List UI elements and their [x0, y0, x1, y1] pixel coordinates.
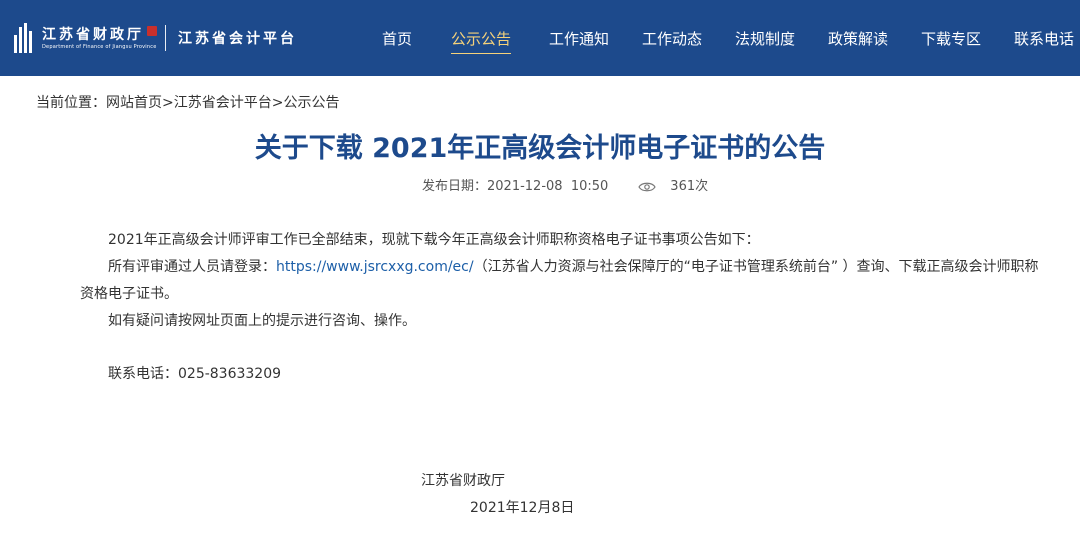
- paragraph-login: 所有评审通过人员请登录：https://www.jsrcxxg.com/ec/（…: [80, 254, 1040, 308]
- top-navigation-bar: 江苏省财政厅 Department of Finance of Jiangsu …: [0, 0, 1080, 76]
- site-logo[interactable]: 江苏省财政厅 Department of Finance of Jiangsu …: [14, 20, 297, 56]
- nav-item-downloads[interactable]: 下载专区: [921, 28, 981, 50]
- publish-date-label: 发布日期：: [422, 179, 488, 194]
- platform-name: 江苏省会计平台: [178, 31, 297, 47]
- building-icon: [14, 23, 36, 53]
- nav-item-contact[interactable]: 联系电话: [1014, 28, 1074, 50]
- breadcrumb-home-link[interactable]: 网站首页: [106, 95, 162, 111]
- breadcrumb-separator: >: [271, 95, 284, 111]
- publish-date: 2021-12-08 10:50: [487, 179, 609, 194]
- contact-label: 联系电话：: [108, 366, 178, 382]
- nav-item-work-notices[interactable]: 工作通知: [549, 28, 609, 50]
- eye-icon: [638, 182, 656, 192]
- logo-chinese-name: 江苏省财政厅: [42, 26, 144, 43]
- nav-item-regulations[interactable]: 法规制度: [735, 28, 795, 50]
- contact-phone: 025-83633209: [178, 366, 282, 382]
- paragraph-contact: 联系电话：025-83633209: [80, 361, 1040, 388]
- logo-text: 江苏省财政厅 Department of Finance of Jiangsu …: [42, 25, 157, 51]
- logo-english-name: Department of Finance of Jiangsu Provinc…: [42, 43, 157, 50]
- login-text: 所有评审通过人员请登录：: [108, 259, 276, 275]
- breadcrumb: 当前位置：网站首页>江苏省会计平台>公示公告: [36, 92, 339, 114]
- paragraph-intro: 2021年正高级会计师评审工作已全部结束，现就下载今年正高级会计师职称资格电子证…: [108, 232, 760, 248]
- article-body: 2021年正高级会计师评审工作已全部结束，现就下载今年正高级会计师职称资格电子证…: [80, 227, 1040, 388]
- view-count: 361次: [670, 179, 709, 194]
- certificate-system-link[interactable]: https://www.jsrcxxg.com/ec/: [276, 259, 474, 275]
- nav-item-home[interactable]: 首页: [382, 28, 412, 50]
- breadcrumb-platform-link[interactable]: 江苏省会计平台: [174, 95, 272, 111]
- nav-item-work-news[interactable]: 工作动态: [642, 28, 702, 50]
- article-meta: 发布日期： 2021-12-08 10:50 361次: [422, 177, 708, 197]
- nav-item-announcements[interactable]: 公示公告: [451, 28, 512, 54]
- logo-divider: [165, 25, 166, 51]
- page-title: 关于下载 2021年正高级会计师电子证书的公告: [254, 133, 826, 164]
- seal-icon: [147, 25, 157, 36]
- breadcrumb-current-link[interactable]: 公示公告: [283, 95, 339, 111]
- breadcrumb-separator: >: [162, 95, 174, 111]
- breadcrumb-prefix: 当前位置：: [36, 95, 106, 111]
- nav-item-policy-interpretation[interactable]: 政策解读: [828, 28, 888, 50]
- signature-date: 2021年12月8日: [470, 500, 575, 516]
- signature-department: 江苏省财政厅: [421, 473, 505, 489]
- paragraph-help: 如有疑问请按网址页面上的提示进行咨询、操作。: [108, 313, 416, 329]
